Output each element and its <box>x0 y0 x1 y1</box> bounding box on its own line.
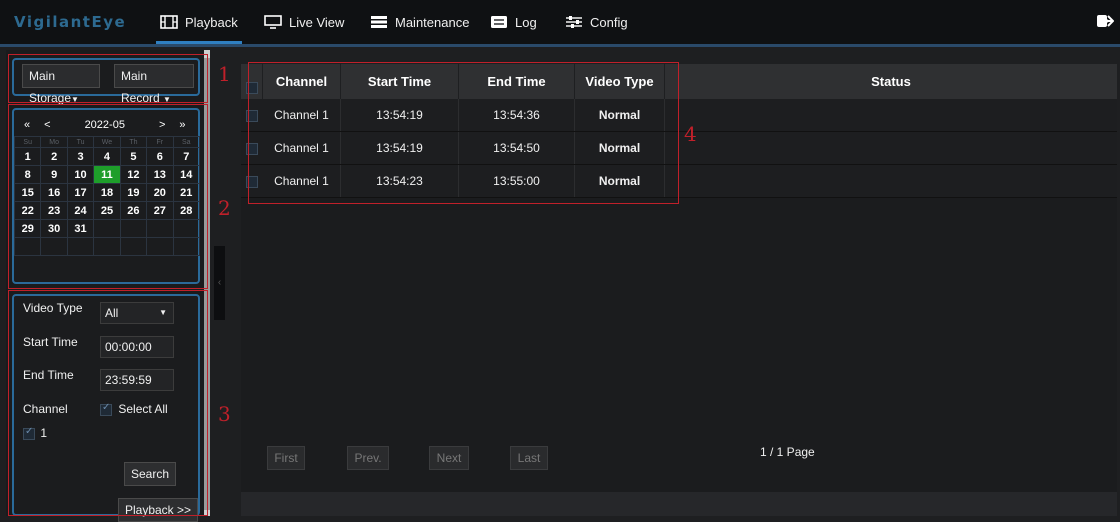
status-cell <box>665 132 1117 164</box>
nav-tab-playback[interactable]: Playback <box>156 0 242 44</box>
annotation-box-4 <box>248 62 679 204</box>
last-page-button[interactable]: Last <box>510 446 548 470</box>
nav-label: Maintenance <box>395 14 470 30</box>
nav-label: Playback <box>185 14 238 30</box>
collapse-panel-handle[interactable]: ‹ <box>214 246 225 320</box>
annotation-box-1 <box>8 54 208 103</box>
annotation-number: 3 <box>218 402 231 426</box>
annotation-box-2 <box>8 104 208 289</box>
monitor-icon <box>264 15 282 29</box>
annotation-box-3 <box>8 290 208 516</box>
nav-tab-maintenance[interactable]: Maintenance <box>370 0 469 44</box>
app-logo: VigilantEye <box>14 13 127 31</box>
logout-icon[interactable] <box>1096 12 1114 30</box>
list-icon <box>491 16 507 28</box>
nav-label: Config <box>590 14 628 30</box>
first-page-button[interactable]: First <box>267 446 305 470</box>
nav-tab-config[interactable]: Config <box>565 0 628 44</box>
annotation-number: 1 <box>218 62 231 86</box>
nav-tab-live-view[interactable]: Live View <box>264 0 344 44</box>
film-icon <box>160 15 178 29</box>
status-cell <box>665 165 1117 197</box>
nav-label: Log <box>515 14 537 30</box>
column-header: Status <box>871 74 911 89</box>
server-icon <box>371 16 387 28</box>
bottom-strip <box>241 492 1117 516</box>
next-page-button[interactable]: Next <box>429 446 469 470</box>
annotation-number: 2 <box>218 196 231 220</box>
annotation-number: 4 <box>684 122 697 146</box>
status-cell <box>665 99 1117 131</box>
nav-label: Live View <box>289 14 345 30</box>
chevron-left-icon: ‹ <box>217 277 222 288</box>
top-bar-divider <box>0 44 1120 47</box>
sliders-icon <box>566 16 582 28</box>
nav-tab-log[interactable]: Log <box>490 0 537 44</box>
page-info: 1 / 1 Page <box>760 445 815 459</box>
prev-page-button[interactable]: Prev. <box>347 446 389 470</box>
